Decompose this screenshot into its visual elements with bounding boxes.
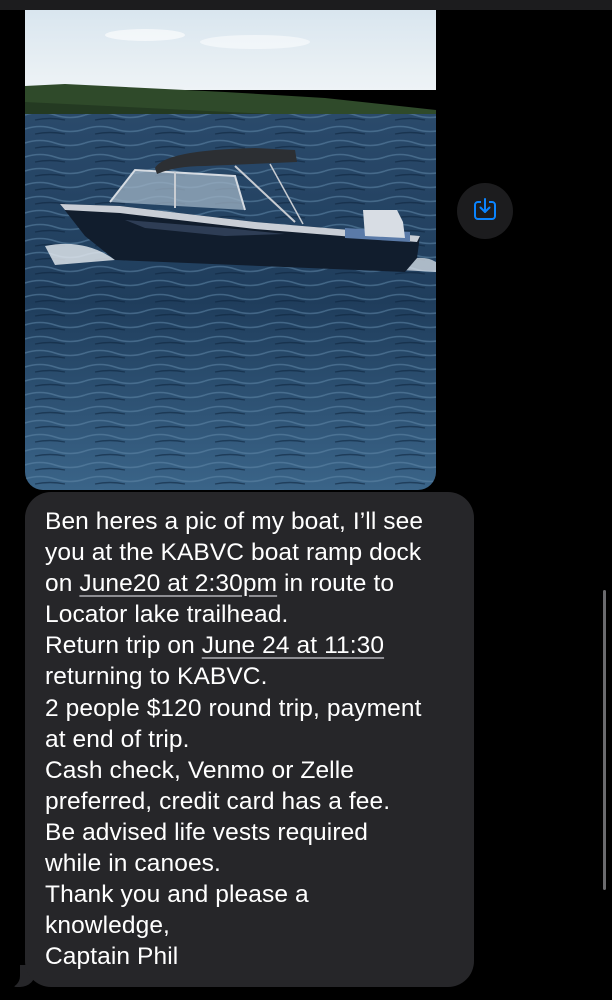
boat-photo-attachment[interactable] <box>25 10 436 490</box>
scroll-indicator[interactable] <box>603 590 606 890</box>
messages-screen: Ben heres a pic of my boat, I’ll see you… <box>0 0 612 1000</box>
message-line: returning to KABVC. <box>45 663 268 691</box>
previous-message-edge <box>0 0 612 10</box>
date-link-june24[interactable]: June 24 at 11:30 <box>202 632 384 659</box>
save-photo-button[interactable] <box>457 183 513 239</box>
incoming-message-bubble[interactable]: Ben heres a pic of my boat, I’ll see you… <box>25 492 474 987</box>
message-line: preferred, credit card has a fee. <box>45 787 391 815</box>
message-line: in route to <box>277 570 395 598</box>
message-line: Locator lake trailhead. <box>45 601 289 629</box>
message-line: Cash check, Venmo or Zelle <box>45 756 354 784</box>
message-line: at end of trip. <box>45 725 190 753</box>
message-line: while in canoes. <box>45 850 221 878</box>
date-link-june20[interactable]: June20 at 2:30pm <box>79 570 277 597</box>
message-line: Ben heres a pic of my boat, I’ll see <box>45 508 424 535</box>
save-to-device-icon <box>472 196 498 227</box>
message-line: on <box>45 570 80 598</box>
boat-photo <box>25 10 436 490</box>
message-text: Ben heres a pic of my boat, I’ll see you… <box>45 506 456 972</box>
message-line: 2 people $120 round trip, payment <box>45 694 422 722</box>
message-signature: Captain Phil <box>45 943 179 971</box>
message-line: Return trip on <box>45 632 202 660</box>
message-line: you at the KABVC boat ramp dock <box>45 539 422 567</box>
message-line: Be advised life vests required <box>45 818 369 846</box>
message-line: Thank you and please a <box>45 881 309 909</box>
message-line: knowledge, <box>45 912 170 940</box>
